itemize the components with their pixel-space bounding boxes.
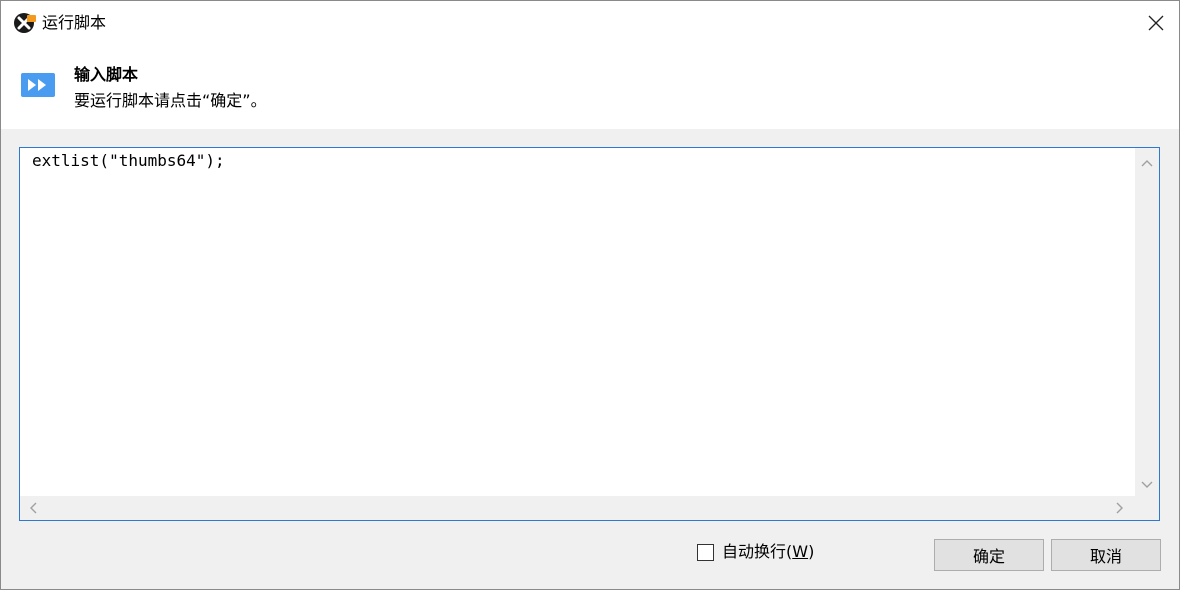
window-title: 运行脚本 xyxy=(42,13,107,32)
word-wrap-label: 自动换行(W) xyxy=(722,542,815,561)
header-title: 输入脚本 xyxy=(74,65,139,84)
header-description: 要运行脚本请点击“确定”。 xyxy=(74,91,267,110)
vertical-scrollbar[interactable] xyxy=(1135,148,1159,496)
dialog-header: 输入脚本 要运行脚本请点击“确定”。 xyxy=(1,45,1179,129)
word-wrap-option[interactable]: 自动换行(W) xyxy=(697,541,814,563)
script-editor[interactable]: extlist("thumbs64"); xyxy=(19,147,1160,521)
script-text[interactable]: extlist("thumbs64"); xyxy=(32,150,1129,172)
scroll-right-icon[interactable] xyxy=(1116,502,1124,516)
title-bar: 运行脚本 xyxy=(1,1,1179,45)
word-wrap-checkbox[interactable] xyxy=(697,543,714,561)
scroll-left-icon[interactable] xyxy=(29,502,37,516)
close-icon xyxy=(1148,15,1164,31)
run-script-dialog: 运行脚本 输入脚本 要运行脚本请点击“确定”。 extlist("thumbs6… xyxy=(0,0,1180,590)
scroll-up-icon[interactable] xyxy=(1141,157,1153,169)
cancel-button[interactable]: 取消 xyxy=(1051,539,1161,571)
run-script-icon xyxy=(21,73,55,97)
ok-button[interactable]: 确定 xyxy=(934,539,1044,571)
close-button[interactable] xyxy=(1133,1,1179,45)
app-icon xyxy=(13,12,37,34)
scroll-down-icon[interactable] xyxy=(1141,479,1153,491)
horizontal-scrollbar[interactable] xyxy=(20,496,1159,520)
